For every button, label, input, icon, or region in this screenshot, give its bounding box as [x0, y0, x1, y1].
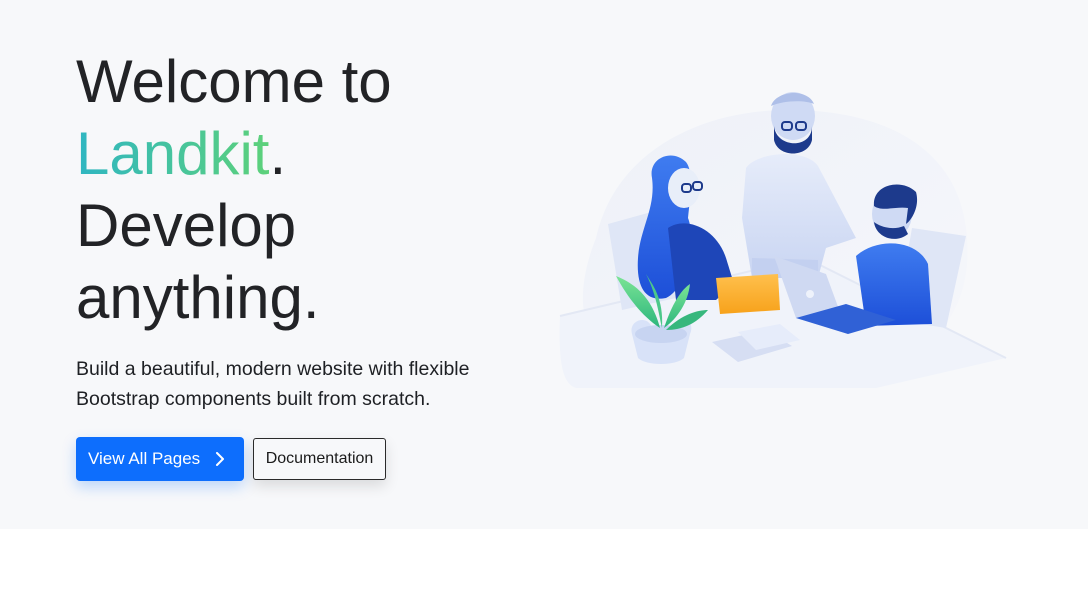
chevron-right-icon — [216, 452, 224, 466]
headline-line-brand: Landkit. — [76, 118, 556, 190]
view-all-pages-label: View All Pages — [88, 449, 201, 468]
headline-line-anything: anything. — [76, 264, 320, 331]
hero-lead-text: Build a beautiful, modern website with f… — [76, 358, 470, 410]
brand-period: . — [269, 120, 287, 187]
documentation-button[interactable]: Documentation — [253, 438, 386, 480]
team-meeting-illustration — [559, 92, 1007, 388]
documentation-label: Documentation — [265, 450, 374, 467]
orange-folder — [716, 274, 780, 314]
brand-name: Landkit — [76, 120, 270, 187]
headline-line-welcome: Welcome to — [76, 48, 392, 115]
headline-line-develop: Develop — [76, 192, 297, 259]
view-all-pages-button[interactable]: View All Pages — [76, 437, 244, 481]
hero-headline: Welcome to Landkit. Develop anything. — [76, 46, 556, 334]
hero-section: Welcome to Landkit. Develop anything. Bu… — [0, 0, 1088, 529]
